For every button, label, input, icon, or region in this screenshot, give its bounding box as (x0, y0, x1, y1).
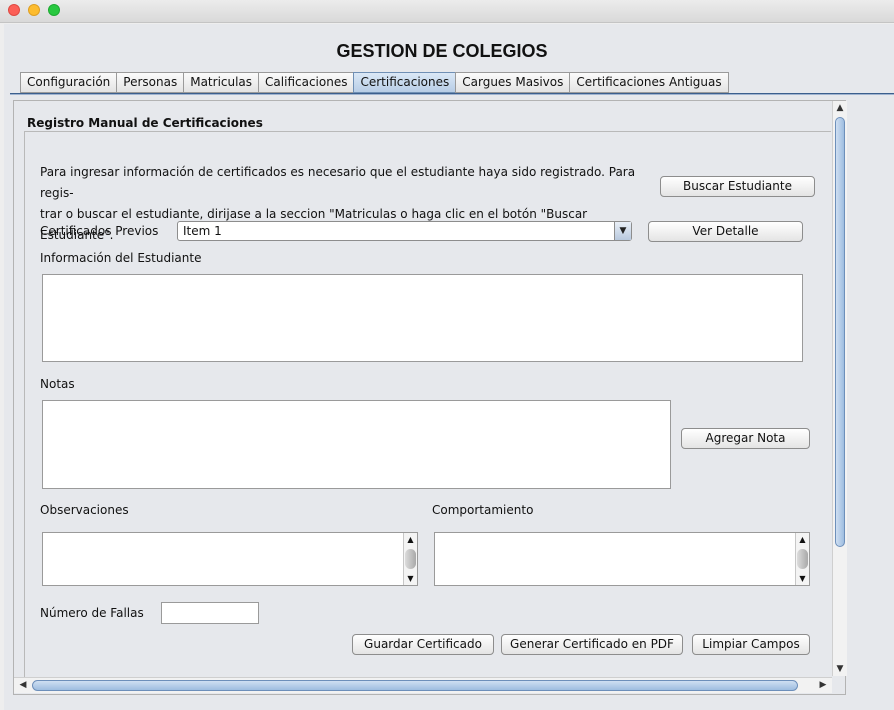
close-window-icon[interactable] (8, 4, 20, 16)
horizontal-scroll-thumb[interactable] (32, 680, 798, 691)
tab-configuracion[interactable]: Configuración (20, 72, 118, 93)
section-title: Registro Manual de Certificaciones (27, 116, 263, 130)
tab-certificaciones[interactable]: Certificaciones (353, 72, 457, 93)
scroll-down-arrow-icon[interactable]: ▼ (404, 574, 417, 583)
window-titlebar (0, 0, 894, 23)
tab-certificaciones-antiguas[interactable]: Certificaciones Antiguas (569, 72, 729, 93)
app-title: GESTION DE COLEGIOS (336, 41, 548, 61)
zoom-window-icon[interactable] (48, 4, 60, 16)
comportamiento-area[interactable]: ▲ ▼ (434, 532, 810, 586)
tab-divider (10, 93, 894, 95)
scroll-up-arrow-icon[interactable]: ▲ (404, 535, 417, 544)
certificados-previos-value: Item 1 (183, 224, 222, 238)
observaciones-area[interactable]: ▲ ▼ (42, 532, 418, 586)
notas-area[interactable] (42, 400, 671, 489)
limpiar-campos-button[interactable]: Limpiar Campos (692, 634, 810, 655)
tab-matriculas[interactable]: Matriculas (183, 72, 260, 93)
vertical-scrollbar[interactable]: ▲ ▼ (832, 101, 847, 676)
observaciones-scrollbar[interactable]: ▲ ▼ (403, 533, 417, 585)
scroll-up-arrow-icon[interactable]: ▲ (833, 101, 847, 115)
tab-cargues-masivos[interactable]: Cargues Masivos (455, 72, 571, 93)
tab-calificaciones[interactable]: Calificaciones (258, 72, 355, 93)
certificados-previos-select[interactable]: Item 1 ▼ (177, 221, 632, 241)
guardar-certificado-button[interactable]: Guardar Certificado (352, 634, 494, 655)
tab-personas[interactable]: Personas (116, 72, 185, 93)
horizontal-scrollbar[interactable]: ◀ ▶ (14, 677, 832, 693)
scroll-down-arrow-icon[interactable]: ▼ (833, 662, 847, 676)
informacion-estudiante-area[interactable] (42, 274, 803, 362)
observaciones-scroll-thumb[interactable] (405, 549, 416, 569)
observaciones-label: Observaciones (40, 503, 129, 517)
informacion-estudiante-label: Información del Estudiante (40, 251, 202, 265)
comportamiento-scrollbar[interactable]: ▲ ▼ (795, 533, 809, 585)
numero-fallas-label: Número de Fallas (40, 606, 144, 620)
comportamiento-scroll-thumb[interactable] (797, 549, 808, 569)
main-window: GESTION DE COLEGIOS Configuración Person… (4, 24, 894, 710)
vertical-scroll-thumb[interactable] (835, 117, 845, 547)
buscar-estudiante-button[interactable]: Buscar Estudiante (660, 176, 815, 197)
certificados-previos-label: Certificados Previos (40, 224, 159, 238)
tab-bar: Configuración Personas Matriculas Califi… (20, 72, 729, 93)
intro-line-1: Para ingresar información de certificado… (40, 165, 636, 200)
numero-fallas-input[interactable] (161, 602, 259, 624)
comportamiento-label: Comportamiento (432, 503, 534, 517)
scroll-down-arrow-icon[interactable]: ▼ (796, 574, 809, 583)
agregar-nota-button[interactable]: Agregar Nota (681, 428, 810, 449)
scroll-left-arrow-icon[interactable]: ◀ (16, 678, 30, 693)
scroll-up-arrow-icon[interactable]: ▲ (796, 535, 809, 544)
chevron-down-icon[interactable]: ▼ (614, 222, 631, 240)
notas-label: Notas (40, 377, 75, 391)
minimize-window-icon[interactable] (28, 4, 40, 16)
scroll-right-arrow-icon[interactable]: ▶ (816, 678, 830, 693)
ver-detalle-button[interactable]: Ver Detalle (648, 221, 803, 242)
generar-pdf-button[interactable]: Generar Certificado en PDF (501, 634, 683, 655)
